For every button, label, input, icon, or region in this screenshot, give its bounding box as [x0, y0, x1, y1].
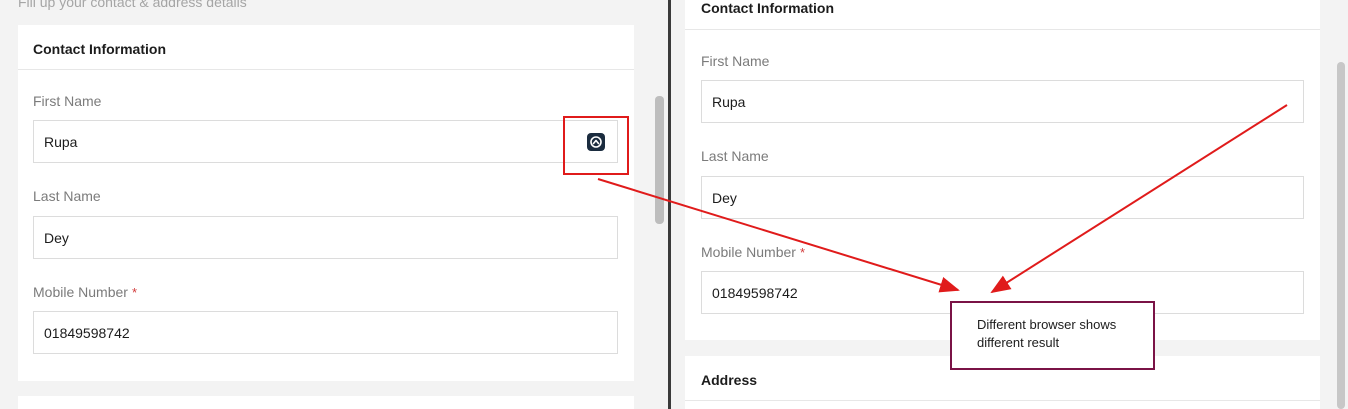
arrow-from-left: [597, 178, 960, 293]
annotation-note-text: Different browser shows different result: [977, 317, 1117, 350]
arrow-from-right: [990, 104, 1288, 294]
annotation-note: Different browser shows different result: [950, 301, 1155, 370]
